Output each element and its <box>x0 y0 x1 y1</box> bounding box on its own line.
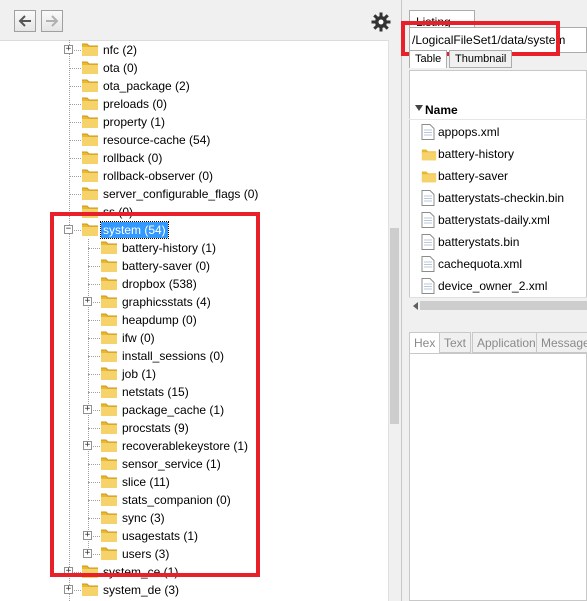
tree-item-label[interactable]: nfc (2) <box>103 42 137 58</box>
back-button[interactable] <box>14 10 36 32</box>
tree-item[interactable]: preloads (0) <box>0 95 388 113</box>
settings-button[interactable] <box>370 11 392 33</box>
file-list-item[interactable]: battery-saver <box>409 165 587 187</box>
arrow-left-icon <box>18 15 31 27</box>
file-list-item[interactable]: batterystats-daily.xml <box>409 209 587 231</box>
file-list-item[interactable]: device_owner_2.xml <box>409 275 587 297</box>
column-header-label: Name <box>425 103 458 117</box>
tab-hex[interactable]: Hex <box>409 332 441 353</box>
tab-text[interactable]: Text <box>439 332 472 353</box>
folder-icon <box>81 95 99 111</box>
file-list-item[interactable]: cachequota.xml <box>409 253 587 275</box>
tab-application[interactable]: Application <box>472 332 541 353</box>
folder-icon <box>81 59 99 75</box>
tree-item[interactable]: property (1) <box>0 113 388 131</box>
tree-branch-line <box>69 158 81 159</box>
tree-branch-line <box>69 194 81 195</box>
expand-icon[interactable]: + <box>64 45 73 54</box>
file-icon <box>421 278 435 294</box>
highlight-box-system <box>50 212 260 577</box>
tree-branch-line <box>69 68 81 69</box>
tree-item-label[interactable]: server_configurable_flags (0) <box>103 186 258 202</box>
file-icon <box>421 234 435 250</box>
tree-item-label[interactable]: property (1) <box>103 114 165 130</box>
file-name: batterystats-checkin.bin <box>438 191 565 205</box>
file-list-item[interactable]: battery-history <box>409 143 587 165</box>
tree-item[interactable]: ota_package (2) <box>0 77 388 95</box>
tree-item[interactable]: rollback-observer (0) <box>0 167 388 185</box>
scroll-left-icon[interactable] <box>413 302 418 310</box>
hex-view <box>409 353 587 601</box>
list-hscrollbar-thumb[interactable] <box>420 301 587 310</box>
tree-item-label[interactable]: resource-cache (54) <box>103 132 210 148</box>
file-name: battery-saver <box>438 169 509 183</box>
tree-branch-line <box>69 86 81 87</box>
tree-item-label[interactable]: system_de (3) <box>103 582 179 598</box>
column-header-name[interactable]: Name <box>409 100 587 120</box>
file-name: cachequota.xml <box>438 257 523 271</box>
tree-item[interactable]: ota (0) <box>0 59 388 77</box>
tab-message[interactable]: Message <box>536 332 587 353</box>
detail-tabs: Hex Text Application Message <box>409 332 587 354</box>
folder-icon <box>81 77 99 93</box>
folder-icon <box>81 113 99 129</box>
tree-pane: + nfc (2) ota (0) ota_package (2) preloads (… <box>0 0 402 601</box>
tree-item[interactable]: server_configurable_flags (0) <box>0 185 388 203</box>
expand-icon[interactable]: + <box>64 585 73 594</box>
folder-icon <box>81 581 99 597</box>
tab-table[interactable]: Table <box>409 50 448 68</box>
file-name: appops.xml <box>438 125 500 139</box>
file-icon <box>421 124 435 140</box>
folder-icon <box>81 149 99 165</box>
tree-scrollbar-thumb[interactable] <box>390 228 399 424</box>
file-list-item[interactable]: batterystats-checkin.bin <box>409 187 587 209</box>
file-name: batterystats-daily.xml <box>438 213 550 227</box>
gear-icon <box>371 12 391 32</box>
tab-thumbnail[interactable]: Thumbnail <box>449 50 513 68</box>
tree-item[interactable]: resource-cache (54) <box>0 131 388 149</box>
file-name: batterystats.bin <box>438 235 520 249</box>
arrow-right-icon <box>46 15 59 27</box>
tree-item[interactable]: + system_de (3) <box>0 581 388 599</box>
view-tabs: Table Thumbnail <box>409 50 587 70</box>
tree-branch-line <box>69 122 81 123</box>
tree-item-label[interactable]: rollback-observer (0) <box>103 168 213 184</box>
tree-item-label[interactable]: preloads (0) <box>103 96 167 112</box>
tree-branch-line <box>69 104 81 105</box>
folder-icon <box>81 131 99 147</box>
tree-branch-line <box>69 140 81 141</box>
tree-item-label[interactable]: rollback (0) <box>103 150 162 166</box>
folder-icon <box>81 41 99 57</box>
file-icon <box>421 212 435 228</box>
tree-item-label[interactable]: ota_package (2) <box>103 78 190 94</box>
folder-icon <box>421 146 437 162</box>
tree-item[interactable]: + nfc (2) <box>0 41 388 59</box>
tree-item-label[interactable]: ota (0) <box>103 60 138 76</box>
tree-item[interactable]: rollback (0) <box>0 149 388 167</box>
file-name: device_owner_2.xml <box>438 279 548 293</box>
folder-icon <box>81 167 99 183</box>
file-list-item[interactable]: batterystats.bin <box>409 231 587 253</box>
folder-icon <box>81 185 99 201</box>
file-icon <box>421 190 435 206</box>
sort-arrow-icon <box>415 105 423 111</box>
toolbar <box>0 0 401 41</box>
file-name: battery-history <box>438 147 515 161</box>
forward-button[interactable] <box>41 10 63 32</box>
file-icon <box>421 256 435 272</box>
folder-icon <box>421 168 437 184</box>
file-list-item[interactable]: appops.xml <box>409 121 587 143</box>
tree-branch-line <box>69 176 81 177</box>
